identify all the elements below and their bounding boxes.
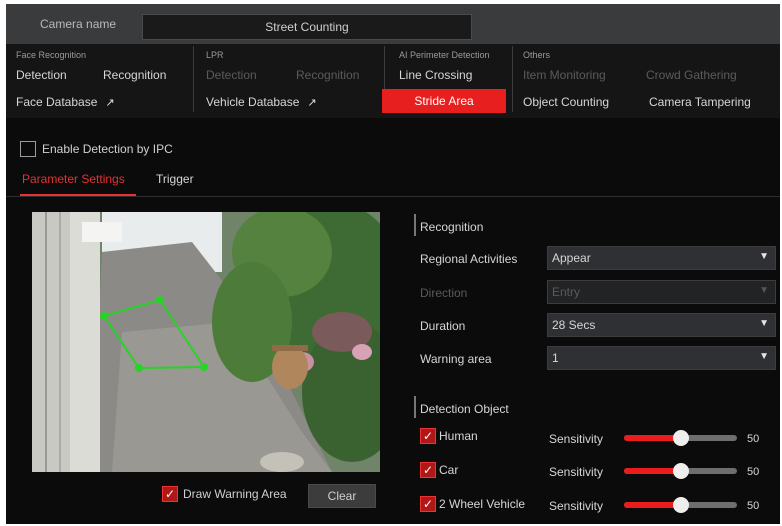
- menu-face-detection[interactable]: Detection: [16, 68, 67, 82]
- duration-value: 28 Secs: [552, 318, 596, 332]
- object-two-wheel-row[interactable]: ✓ 2 Wheel Vehicle: [420, 496, 525, 512]
- direction-select: Entry ▼: [547, 280, 776, 304]
- menu-divider: [193, 46, 194, 112]
- menu-lpr-recognition: Recognition: [296, 68, 360, 82]
- human-sensitivity-value: 50: [747, 433, 760, 445]
- menu-face-database-label: Face Database: [16, 95, 98, 109]
- enable-ipc-label: Enable Detection by IPC: [42, 142, 173, 156]
- human-sensitivity-slider[interactable]: [624, 430, 737, 446]
- human-checkbox[interactable]: ✓: [420, 428, 436, 444]
- warning-area-select[interactable]: 1 ▼: [547, 346, 776, 370]
- menu-item-monitoring: Item Monitoring: [523, 68, 606, 82]
- car-checkbox[interactable]: ✓: [420, 462, 436, 478]
- chevron-down-icon: ▼: [759, 351, 769, 362]
- group-title-lpr: LPR: [206, 50, 224, 60]
- camera-name-field[interactable]: Street Counting: [142, 14, 472, 40]
- camera-preview[interactable]: [32, 212, 380, 472]
- sensitivity-label: Sensitivity: [549, 432, 604, 446]
- object-car-row[interactable]: ✓ Car: [420, 462, 458, 478]
- external-link-icon: ↗: [105, 97, 115, 109]
- smart-analysis-window: Camera name Street Counting Face Recogni…: [6, 4, 780, 524]
- regional-activities-select[interactable]: Appear ▼: [547, 246, 776, 270]
- two-wheel-label: 2 Wheel Vehicle: [439, 497, 526, 511]
- clear-button[interactable]: Clear: [308, 484, 376, 508]
- function-menu: Face Recognition Detection Recognition F…: [6, 44, 780, 118]
- menu-vehicle-database[interactable]: Vehicle Database ↗: [206, 95, 317, 109]
- slider-knob[interactable]: [673, 463, 689, 479]
- menu-face-recognition[interactable]: Recognition: [103, 68, 166, 82]
- sensitivity-label: Sensitivity: [549, 499, 604, 513]
- menu-camera-tampering[interactable]: Camera Tampering: [649, 95, 751, 109]
- menu-vehicle-database-label: Vehicle Database: [206, 95, 300, 109]
- direction-value: Entry: [552, 285, 581, 299]
- section-marker: [414, 396, 416, 418]
- section-marker: [414, 214, 416, 236]
- menu-divider: [512, 46, 513, 112]
- chevron-down-icon: ▼: [759, 318, 769, 329]
- menu-lpr-detection: Detection: [206, 68, 257, 82]
- sensitivity-label: Sensitivity: [549, 465, 604, 479]
- group-title-face-recognition: Face Recognition: [16, 50, 87, 60]
- chevron-down-icon: ▼: [759, 285, 769, 296]
- camera-bar: Camera name Street Counting: [6, 4, 780, 44]
- menu-line-crossing[interactable]: Line Crossing: [399, 68, 472, 82]
- menu-stride-area[interactable]: Stride Area: [382, 89, 506, 113]
- draw-warning-area-label: Draw Warning Area: [183, 487, 287, 501]
- group-title-others: Others: [523, 50, 551, 60]
- regional-activities-value: Appear: [552, 251, 591, 265]
- draw-warning-area-row[interactable]: ✓ Draw Warning Area: [162, 486, 287, 502]
- two-wheel-sensitivity-slider[interactable]: [624, 497, 737, 513]
- car-sensitivity-value: 50: [747, 466, 760, 478]
- two-wheel-sensitivity-value: 50: [747, 500, 760, 512]
- tab-divider: [6, 196, 780, 197]
- camera-scene: [32, 212, 380, 472]
- camera-name-label: Camera name: [40, 17, 117, 31]
- recognition-title: Recognition: [420, 220, 484, 234]
- enable-ipc-row[interactable]: Enable Detection by IPC: [20, 141, 173, 157]
- direction-label: Direction: [420, 286, 468, 300]
- duration-select[interactable]: 28 Secs ▼: [547, 313, 776, 337]
- car-label: Car: [439, 463, 459, 477]
- menu-object-counting[interactable]: Object Counting: [523, 95, 609, 109]
- duration-label: Duration: [420, 319, 466, 333]
- two-wheel-checkbox[interactable]: ✓: [420, 496, 436, 512]
- tab-trigger[interactable]: Trigger: [156, 172, 194, 186]
- menu-face-database[interactable]: Face Database ↗: [16, 95, 115, 109]
- enable-ipc-checkbox[interactable]: [20, 141, 36, 157]
- menu-crowd-gathering: Crowd Gathering: [646, 68, 737, 82]
- chevron-down-icon: ▼: [759, 251, 769, 262]
- human-label: Human: [439, 429, 478, 443]
- warning-area-value: 1: [552, 351, 559, 365]
- group-title-ai-perimeter: AI Perimeter Detection: [399, 50, 490, 60]
- object-human-row[interactable]: ✓ Human: [420, 428, 478, 444]
- draw-warning-area-checkbox[interactable]: ✓: [162, 486, 178, 502]
- slider-knob[interactable]: [673, 497, 689, 513]
- regional-activities-label: Regional Activities: [420, 252, 518, 266]
- external-link-icon: ↗: [307, 97, 317, 109]
- tab-parameter-settings[interactable]: Parameter Settings: [22, 172, 125, 186]
- warning-area-label: Warning area: [420, 352, 492, 366]
- slider-knob[interactable]: [673, 430, 689, 446]
- detection-object-title: Detection Object: [420, 402, 509, 416]
- car-sensitivity-slider[interactable]: [624, 463, 737, 479]
